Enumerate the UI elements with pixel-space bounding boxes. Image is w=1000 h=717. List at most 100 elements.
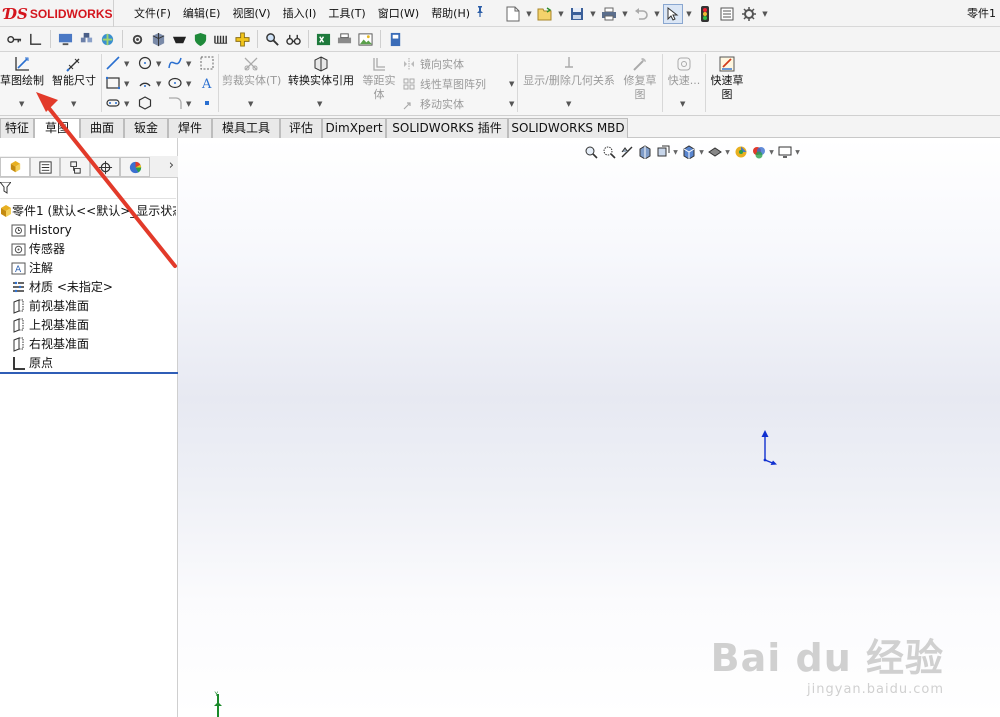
point-icon[interactable]: [200, 96, 214, 110]
tree-item-top-plane[interactable]: 上视基准面: [0, 316, 176, 335]
notebook-icon[interactable]: [385, 29, 405, 49]
text-icon[interactable]: A: [200, 76, 214, 92]
chevron-down-icon[interactable]: ▼: [653, 10, 661, 18]
chevron-down-icon[interactable]: ▼: [124, 80, 129, 88]
rebuild-traffic-light-icon[interactable]: [695, 4, 715, 24]
tree-item-annotations[interactable]: A 注解: [0, 259, 176, 278]
print-icon[interactable]: [599, 4, 619, 24]
tab-features[interactable]: 特征: [0, 118, 34, 138]
menu-insert[interactable]: 插入(I): [277, 0, 323, 27]
settings-gear-icon[interactable]: [127, 29, 147, 49]
excel-icon[interactable]: [313, 29, 333, 49]
menu-file[interactable]: 文件(F): [128, 0, 177, 27]
line-icon[interactable]: [106, 56, 120, 70]
chevron-down-icon[interactable]: ▼: [317, 100, 322, 108]
chevron-down-icon[interactable]: ▼: [186, 60, 191, 68]
tab-solidworks-mbd[interactable]: SOLIDWORKS MBD: [508, 118, 628, 138]
chevron-down-icon[interactable]: ▼: [186, 100, 191, 108]
chevron-down-icon[interactable]: ▼: [19, 100, 24, 108]
chevron-down-icon[interactable]: ▼: [761, 10, 769, 18]
tree-item-front-plane[interactable]: 前视基准面: [0, 297, 176, 316]
bowl-icon[interactable]: [169, 29, 189, 49]
menu-edit[interactable]: 编辑(E): [177, 0, 227, 27]
chevron-down-icon[interactable]: ▼: [156, 60, 161, 68]
solidworks-logo[interactable]: ƊS SOLIDWORKS: [4, 4, 113, 24]
smart-dimension-button[interactable]: 智能尺寸: [50, 54, 98, 88]
chevron-down-icon[interactable]: ▼: [680, 100, 685, 108]
menu-window[interactable]: 窗口(W): [372, 0, 425, 27]
tree-item-origin[interactable]: 原点: [0, 354, 176, 373]
tab-surfaces[interactable]: 曲面: [80, 118, 124, 138]
menu-tools[interactable]: 工具(T): [322, 0, 371, 27]
tab-dimxpert[interactable]: DimXpert: [322, 118, 386, 138]
printer-icon[interactable]: [334, 29, 354, 49]
linear-pattern-button[interactable]: 线性草图阵列: [402, 76, 486, 92]
chevron-down-icon[interactable]: ▼: [557, 10, 565, 18]
menu-help[interactable]: 帮助(H): [425, 0, 476, 27]
dotted-rect-icon[interactable]: [200, 56, 214, 70]
chevron-down-icon[interactable]: ▼: [186, 80, 191, 88]
tree-filter[interactable]: [0, 179, 176, 199]
tab-solidworks-addins[interactable]: SOLIDWORKS 插件: [386, 118, 508, 138]
select-cursor-icon[interactable]: [663, 3, 683, 24]
trim-entities-button[interactable]: 剪裁实体(T): [222, 54, 281, 88]
dynamic-annotation-icon[interactable]: [654, 143, 671, 161]
plus-cross-icon[interactable]: [232, 29, 252, 49]
arc-icon[interactable]: [138, 76, 152, 90]
tree-item-right-plane[interactable]: 右视基准面: [0, 335, 176, 354]
move-entities-button[interactable]: 移动实体: [402, 96, 464, 112]
chevron-down-icon[interactable]: ▼: [685, 10, 693, 18]
zoom-to-fit-icon[interactable]: [582, 143, 599, 161]
rapid-sketch-button[interactable]: 快速草 图: [708, 54, 746, 102]
repair-sketch-button[interactable]: 修复草 图: [620, 54, 660, 102]
chevron-down-icon[interactable]: ▼: [698, 149, 705, 156]
dimxpert-manager-tab[interactable]: [90, 157, 120, 177]
chevron-down-icon[interactable]: ▼: [71, 100, 76, 108]
undo-icon[interactable]: [631, 4, 651, 24]
offset-entities-button[interactable]: 等距实 体: [360, 54, 398, 102]
property-manager-tab[interactable]: [30, 157, 60, 177]
spline-icon[interactable]: [168, 56, 182, 70]
zoom-area-icon[interactable]: [600, 143, 617, 161]
gear-icon[interactable]: [739, 4, 759, 24]
previous-view-icon[interactable]: [618, 143, 635, 161]
globe-icon[interactable]: [97, 29, 117, 49]
display-manager-tab[interactable]: [120, 157, 150, 177]
display-relations-button[interactable]: 显示/删除几何关系: [520, 54, 618, 88]
tree-item-sensors[interactable]: 传感器: [0, 240, 176, 259]
new-document-icon[interactable]: [503, 4, 523, 24]
chevron-down-icon[interactable]: ▼: [509, 100, 514, 108]
tree-root-part[interactable]: 零件1 (默认<<默认>_显示状态: [0, 202, 176, 221]
slot-icon[interactable]: [106, 96, 120, 110]
appearance-icon[interactable]: [750, 143, 767, 161]
quick-snaps-button[interactable]: 快速...: [664, 54, 704, 88]
chevron-down-icon[interactable]: ▼: [509, 80, 514, 88]
save-icon[interactable]: [567, 4, 587, 24]
view-orientation-icon[interactable]: [680, 143, 697, 161]
hide-show-items-icon[interactable]: [732, 143, 749, 161]
rollback-bar[interactable]: [0, 372, 178, 374]
key-icon[interactable]: [4, 29, 24, 49]
image-icon[interactable]: [355, 29, 375, 49]
axis-icon[interactable]: [25, 29, 45, 49]
assembly-icon[interactable]: [76, 29, 96, 49]
file-properties-icon[interactable]: [717, 4, 737, 24]
chevron-down-icon[interactable]: ▼: [768, 149, 775, 156]
tab-sheet-metal[interactable]: 钣金: [124, 118, 168, 138]
polygon-icon[interactable]: [138, 96, 152, 110]
chevron-right-icon[interactable]: ›: [169, 158, 174, 173]
pin-icon[interactable]: [474, 5, 486, 20]
chevron-down-icon[interactable]: ▼: [621, 10, 629, 18]
display-style-icon[interactable]: [706, 143, 723, 161]
measure-icon[interactable]: [211, 29, 231, 49]
tab-weldments[interactable]: 焊件: [168, 118, 212, 138]
chevron-down-icon[interactable]: ▼: [525, 10, 533, 18]
sketch-button[interactable]: 草图绘制: [0, 54, 44, 88]
chevron-down-icon[interactable]: ▼: [156, 80, 161, 88]
chevron-down-icon[interactable]: ▼: [566, 100, 571, 108]
chevron-down-icon[interactable]: ▼: [794, 149, 801, 156]
feature-manager-tab[interactable]: [0, 157, 30, 177]
convert-entities-button[interactable]: 转换实体引用: [286, 54, 356, 88]
monitor-icon[interactable]: [55, 29, 75, 49]
chevron-down-icon[interactable]: ▼: [124, 100, 129, 108]
